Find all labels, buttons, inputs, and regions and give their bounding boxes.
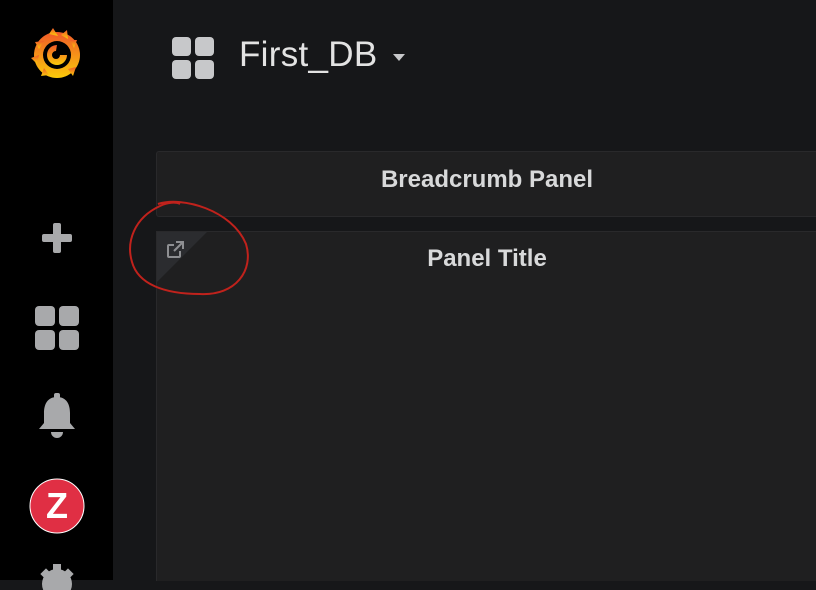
dashboard-title: First_DB <box>239 35 378 74</box>
top-navbar: First_DB <box>113 0 816 112</box>
alerting-bell-icon[interactable] <box>0 390 113 442</box>
breadcrumb-panel: Breadcrumb Panel <box>156 151 816 217</box>
caret-down-icon <box>392 53 405 61</box>
panel-title[interactable]: Panel Title <box>157 245 816 273</box>
sidebar: Z <box>0 0 113 590</box>
dashboard-grid-icon[interactable] <box>171 36 215 80</box>
grafana-logo-icon[interactable] <box>0 22 113 84</box>
panel-title-breadcrumb[interactable]: Breadcrumb Panel <box>157 166 816 194</box>
gear-icon[interactable] <box>0 560 113 590</box>
avatar-letter: Z <box>46 485 68 526</box>
create-plus-icon[interactable] <box>0 214 113 262</box>
dashboard-title-dropdown[interactable]: First_DB <box>239 35 406 75</box>
dashboards-icon[interactable] <box>0 302 113 354</box>
user-avatar-icon[interactable]: Z <box>0 478 113 534</box>
main-panel: Panel Title <box>156 231 816 581</box>
